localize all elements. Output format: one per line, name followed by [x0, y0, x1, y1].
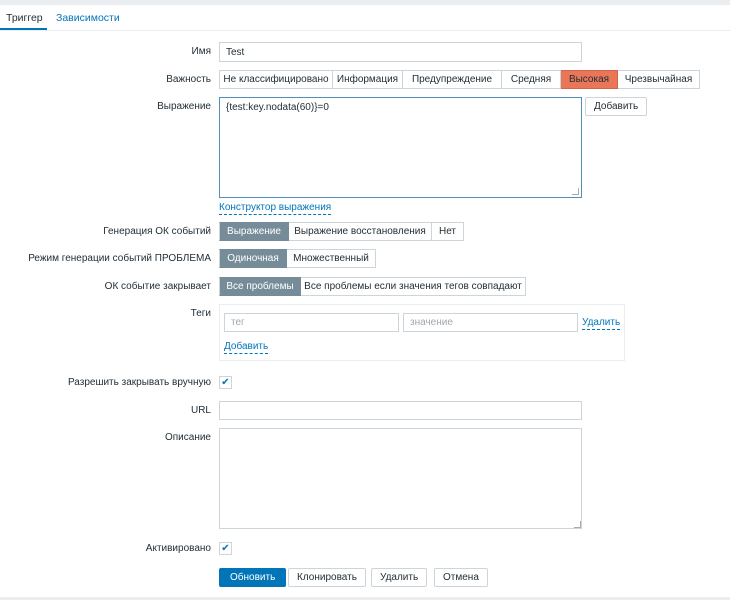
severity-high[interactable]: Высокая: [561, 70, 618, 89]
clone-button[interactable]: Клонировать: [288, 568, 366, 587]
update-button[interactable]: Обновить: [219, 568, 287, 587]
ok-close-all[interactable]: Все проблемы: [219, 277, 301, 296]
ok-gen-expression[interactable]: Выражение: [219, 222, 289, 241]
url-label: URL: [190, 405, 211, 416]
severity-label: Важность: [166, 74, 211, 85]
ok-generation-selector: Выражение Выражение восстановления Нет: [219, 222, 464, 241]
delete-button[interactable]: Удалить: [371, 568, 428, 587]
name-input[interactable]: Test: [219, 42, 582, 62]
severity-information[interactable]: Информация: [333, 70, 403, 89]
manual-close-label: Разрешить закрывать вручную: [67, 377, 211, 388]
problem-mode-multiple[interactable]: Множественный: [287, 249, 376, 268]
manual-close-checkbox[interactable]: ✔: [219, 376, 232, 389]
check-icon: ✔: [221, 543, 230, 554]
description-label: Описание: [164, 432, 211, 443]
description-textarea[interactable]: [219, 428, 582, 529]
ok-close-label: ОК событие закрывает: [104, 281, 211, 292]
severity-selector: Не классифицировано Информация Предупреж…: [219, 70, 700, 89]
severity-warning[interactable]: Предупреждение: [403, 70, 502, 89]
tab-dependencies[interactable]: Зависимости: [56, 10, 120, 30]
expression-constructor-link[interactable]: Конструктор выражения: [219, 202, 332, 215]
ok-gen-none[interactable]: Нет: [432, 222, 464, 241]
ok-close-tag-match[interactable]: Все проблемы если значения тегов совпада…: [301, 277, 526, 296]
severity-not-classified[interactable]: Не классифицировано: [219, 70, 333, 89]
enabled-checkbox[interactable]: ✔: [219, 542, 232, 555]
ok-generation-label: Генерация ОК событий: [103, 226, 211, 237]
tag-value-input[interactable]: значение: [403, 313, 578, 332]
name-label: Имя: [191, 46, 211, 57]
problem-mode-selector: Одиночная Множественный: [219, 249, 376, 268]
check-icon: ✔: [221, 377, 230, 388]
tab-trigger[interactable]: Триггер: [6, 10, 43, 30]
top-strip: [0, 0, 730, 5]
severity-average[interactable]: Средняя: [502, 70, 561, 89]
expression-text: {test:key.nodata(60)}=0: [226, 102, 329, 113]
resize-handle[interactable]: [572, 188, 579, 195]
tab-divider: [0, 30, 730, 31]
expression-textarea[interactable]: {test:key.nodata(60)}=0: [219, 97, 582, 198]
enabled-label: Активировано: [145, 543, 211, 554]
tag-add-link[interactable]: Добавить: [224, 341, 269, 354]
cancel-button[interactable]: Отмена: [434, 568, 488, 587]
resize-handle[interactable]: [574, 521, 581, 528]
tags-label: Теги: [190, 308, 211, 319]
problem-mode-single[interactable]: Одиночная: [219, 249, 287, 268]
tag-remove-link[interactable]: Удалить: [582, 317, 621, 330]
url-input[interactable]: [219, 401, 582, 420]
severity-disaster[interactable]: Чрезвычайная: [618, 70, 700, 89]
tag-name-input[interactable]: тег: [224, 313, 399, 332]
problem-mode-label: Режим генерации событий ПРОБЛЕМА: [28, 253, 211, 264]
ok-gen-recovery-expression[interactable]: Выражение восстановления: [289, 222, 432, 241]
expression-label: Выражение: [157, 101, 211, 112]
ok-close-selector: Все проблемы Все проблемы если значения …: [219, 277, 526, 296]
expression-add-button[interactable]: Добавить: [585, 97, 648, 116]
